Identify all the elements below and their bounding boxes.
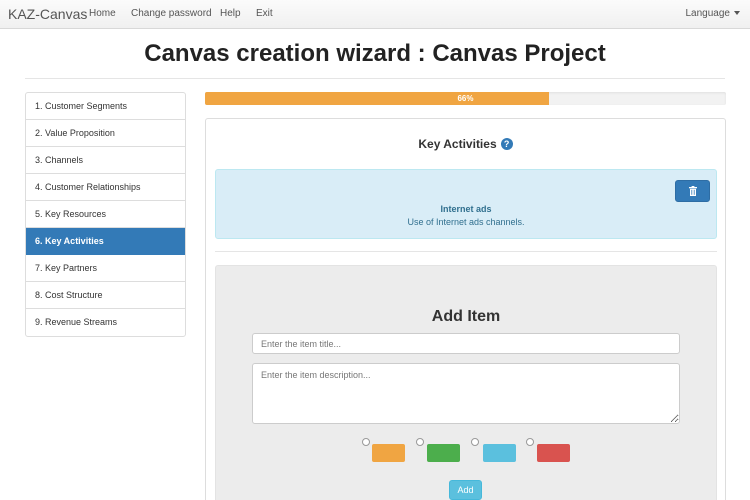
color-swatch-blue[interactable] bbox=[483, 444, 516, 462]
color-radio-red[interactable] bbox=[526, 438, 534, 446]
sidebar-item-key-resources[interactable]: 5. Key Resources bbox=[26, 201, 185, 228]
add-item-title: Add Item bbox=[431, 308, 501, 325]
item-description: Use of Internet ads channels. bbox=[407, 217, 525, 227]
delete-item-button[interactable] bbox=[675, 180, 710, 202]
color-swatch-orange[interactable] bbox=[372, 444, 405, 462]
brand-logo[interactable]: KAZ-Canvas bbox=[8, 6, 87, 22]
sidebar-item-key-activities[interactable]: 6. Key Activities bbox=[26, 228, 185, 255]
wizard-progress: 66% bbox=[205, 92, 726, 105]
divider bbox=[25, 78, 725, 79]
sidebar-item-channels[interactable]: 3. Channels bbox=[26, 147, 185, 174]
color-swatch-green[interactable] bbox=[427, 444, 460, 462]
sidebar-item-revenue-streams[interactable]: 9. Revenue Streams bbox=[26, 309, 185, 336]
nav-link-change-password[interactable]: Change password bbox=[131, 8, 212, 19]
color-swatch-red[interactable] bbox=[537, 444, 570, 462]
item-card: Internet ads Use of Internet ads channel… bbox=[215, 169, 717, 239]
sidebar-item-cost-structure[interactable]: 8. Cost Structure bbox=[26, 282, 185, 309]
item-title: Internet ads bbox=[440, 204, 492, 214]
page-title: Canvas creation wizard : Canvas Project bbox=[144, 40, 606, 67]
nav-link-exit[interactable]: Exit bbox=[256, 8, 273, 19]
question-circle-icon[interactable]: ? bbox=[500, 138, 513, 150]
add-button[interactable]: Add bbox=[449, 480, 482, 500]
language-dropdown[interactable]: Language bbox=[685, 8, 740, 19]
wizard-steps-list: 1. Customer Segments 2. Value Propositio… bbox=[25, 92, 186, 337]
section-title-text: Key Activities bbox=[418, 137, 497, 151]
add-item-form: Add Item Add bbox=[215, 265, 717, 500]
nav-link-home[interactable]: Home bbox=[89, 8, 116, 19]
color-radio-blue[interactable] bbox=[471, 438, 479, 446]
caret-down-icon bbox=[734, 11, 740, 16]
trash-icon bbox=[689, 186, 697, 196]
color-radio-orange[interactable] bbox=[362, 438, 370, 446]
language-label: Language bbox=[685, 8, 731, 19]
color-radio-green[interactable] bbox=[416, 438, 424, 446]
nav-link-help[interactable]: Help bbox=[220, 8, 241, 19]
sidebar-item-customer-segments[interactable]: 1. Customer Segments bbox=[26, 93, 185, 120]
item-description-input[interactable] bbox=[252, 363, 680, 424]
sidebar-item-key-partners[interactable]: 7. Key Partners bbox=[26, 255, 185, 282]
top-navbar: KAZ-Canvas Home Change password Help Exi… bbox=[0, 0, 750, 29]
canvas-section-panel: Key Activities? Internet ads Use of Inte… bbox=[205, 118, 726, 500]
divider bbox=[215, 251, 717, 252]
progress-label: 66% bbox=[457, 94, 474, 103]
sidebar-item-value-proposition[interactable]: 2. Value Proposition bbox=[26, 120, 185, 147]
section-title: Key Activities? bbox=[206, 137, 725, 151]
sidebar-item-customer-relationships[interactable]: 4. Customer Relationships bbox=[26, 174, 185, 201]
item-title-input[interactable] bbox=[252, 333, 680, 354]
